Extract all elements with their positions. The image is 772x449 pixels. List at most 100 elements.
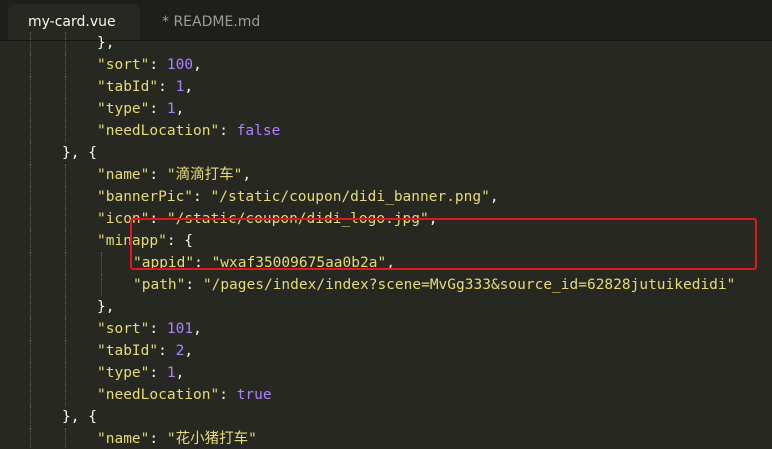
code-punctuation-token: , [193,57,202,73]
indent-guide [65,362,66,384]
tab-label: * README.md [162,14,261,30]
code-line[interactable]: "sort": 101, [97,318,202,340]
indent-guide [65,208,66,230]
code-literal-token: 1 [166,365,176,381]
indent-guide [65,384,66,406]
code-string-token: "type" [97,365,150,381]
code-string-token: "needLocation" [97,123,220,139]
code-string-token: "path" [133,277,186,293]
code-punctuation-token: , [242,167,252,183]
code-editor[interactable]: my-card.vue * README.md }, "sort": 100, "t… [0,0,772,449]
code-string-token: "name" [97,431,150,447]
code-string-token: "滴滴打车" [166,167,243,183]
code-line[interactable]: "needLocation": true [97,384,272,406]
indent-guide [30,296,31,318]
code-line[interactable]: }, { [62,406,97,428]
code-string-token: "花小猪打车" [166,431,257,447]
code-punctuation-token: : [219,387,237,403]
code-literal-token: 100 [166,57,194,73]
code-string-token: "name" [97,167,150,183]
indent-guide [30,428,31,449]
code-punctuation-token: }, { [62,409,97,425]
code-literal-token: true [236,387,272,403]
indent-guide [65,32,66,54]
tab-label: my-card.vue [28,14,116,30]
indent-guide [65,76,66,98]
code-punctuation-token: : [149,101,167,117]
code-string-token: "tabId" [97,343,159,359]
indent-guide [30,208,31,230]
code-punctuation-token: : [185,277,203,293]
code-punctuation-token: : [219,123,237,139]
indent-guide [30,98,31,120]
code-punctuation-token: : [193,189,211,205]
code-literal-token: 2 [175,343,185,359]
tab-my-card-vue[interactable]: my-card.vue [8,4,140,40]
code-line[interactable]: "bannerPic": "/static/coupon/didi_banner… [97,186,499,208]
code-string-token: "sort" [97,321,150,337]
code-string-token: "/static/coupon/didi_banner.png" [210,189,490,205]
indent-guide [30,32,31,54]
code-punctuation-token: , [175,101,185,117]
code-line[interactable]: }, { [62,142,97,164]
indent-guide [30,54,31,76]
indent-guide [30,186,31,208]
indent-guide [30,76,31,98]
code-literal-token: false [236,123,281,139]
indent-guide [30,340,31,362]
indent-guide [101,252,102,274]
code-line[interactable]: }, [97,296,114,318]
indent-guide [65,186,66,208]
code-line[interactable]: "needLocation": false [97,120,280,142]
code-punctuation-token: : [149,365,167,381]
code-string-token: "tabId" [97,79,159,95]
indent-guide [30,230,31,252]
code-line[interactable]: "type": 1, [97,98,184,120]
code-string-token: "sort" [97,57,150,73]
code-punctuation-token: : [158,79,176,95]
indent-guide [65,318,66,340]
code-punctuation-token: , [489,189,499,205]
indent-guide [65,164,66,186]
indent-guide [65,230,66,252]
tab-readme-md[interactable]: * README.md [162,4,322,40]
indent-guide [30,362,31,384]
code-punctuation-token: }, { [62,145,97,161]
indent-guide [30,164,31,186]
code-punctuation-token: }, [97,35,115,51]
code-line[interactable]: "sort": 100, [97,54,202,76]
code-line[interactable]: "name": "滴滴打车", [97,164,251,186]
code-line[interactable]: "tabId": 1, [97,76,193,98]
indent-guide [65,98,66,120]
indent-guide [65,340,66,362]
code-punctuation-token: , [184,79,194,95]
tab-bar: my-card.vue * README.md [0,0,772,41]
indent-guide [65,296,66,318]
indent-guide [30,406,31,428]
indent-guide [65,274,66,296]
code-line[interactable]: "name": "花小猪打车" [97,428,257,449]
code-string-token: "/pages/index/index?scene=MvGg333&source… [202,277,736,293]
code-string-token: "type" [97,101,150,117]
code-punctuation-token: , [175,365,185,381]
indent-guide [30,318,31,340]
code-literal-token: 1 [175,79,185,95]
indent-guide [65,120,66,142]
code-literal-token: 1 [166,101,176,117]
code-punctuation-token: : [149,431,167,447]
indent-guide [65,428,66,449]
indent-guide [30,384,31,406]
indent-guide [65,54,66,76]
code-line[interactable]: "tabId": 2, [97,340,193,362]
code-line[interactable]: "type": 1, [97,362,184,384]
code-punctuation-token: : [149,57,167,73]
indent-guide [30,274,31,296]
code-punctuation-token: : [149,321,167,337]
indent-guide [30,142,31,164]
code-line[interactable]: }, [97,32,114,54]
indent-guide [30,120,31,142]
code-punctuation-token: }, [97,299,115,315]
indent-guide [65,252,66,274]
code-line[interactable]: "path": "/pages/index/index?scene=MvGg33… [133,274,735,296]
indent-guide [30,252,31,274]
